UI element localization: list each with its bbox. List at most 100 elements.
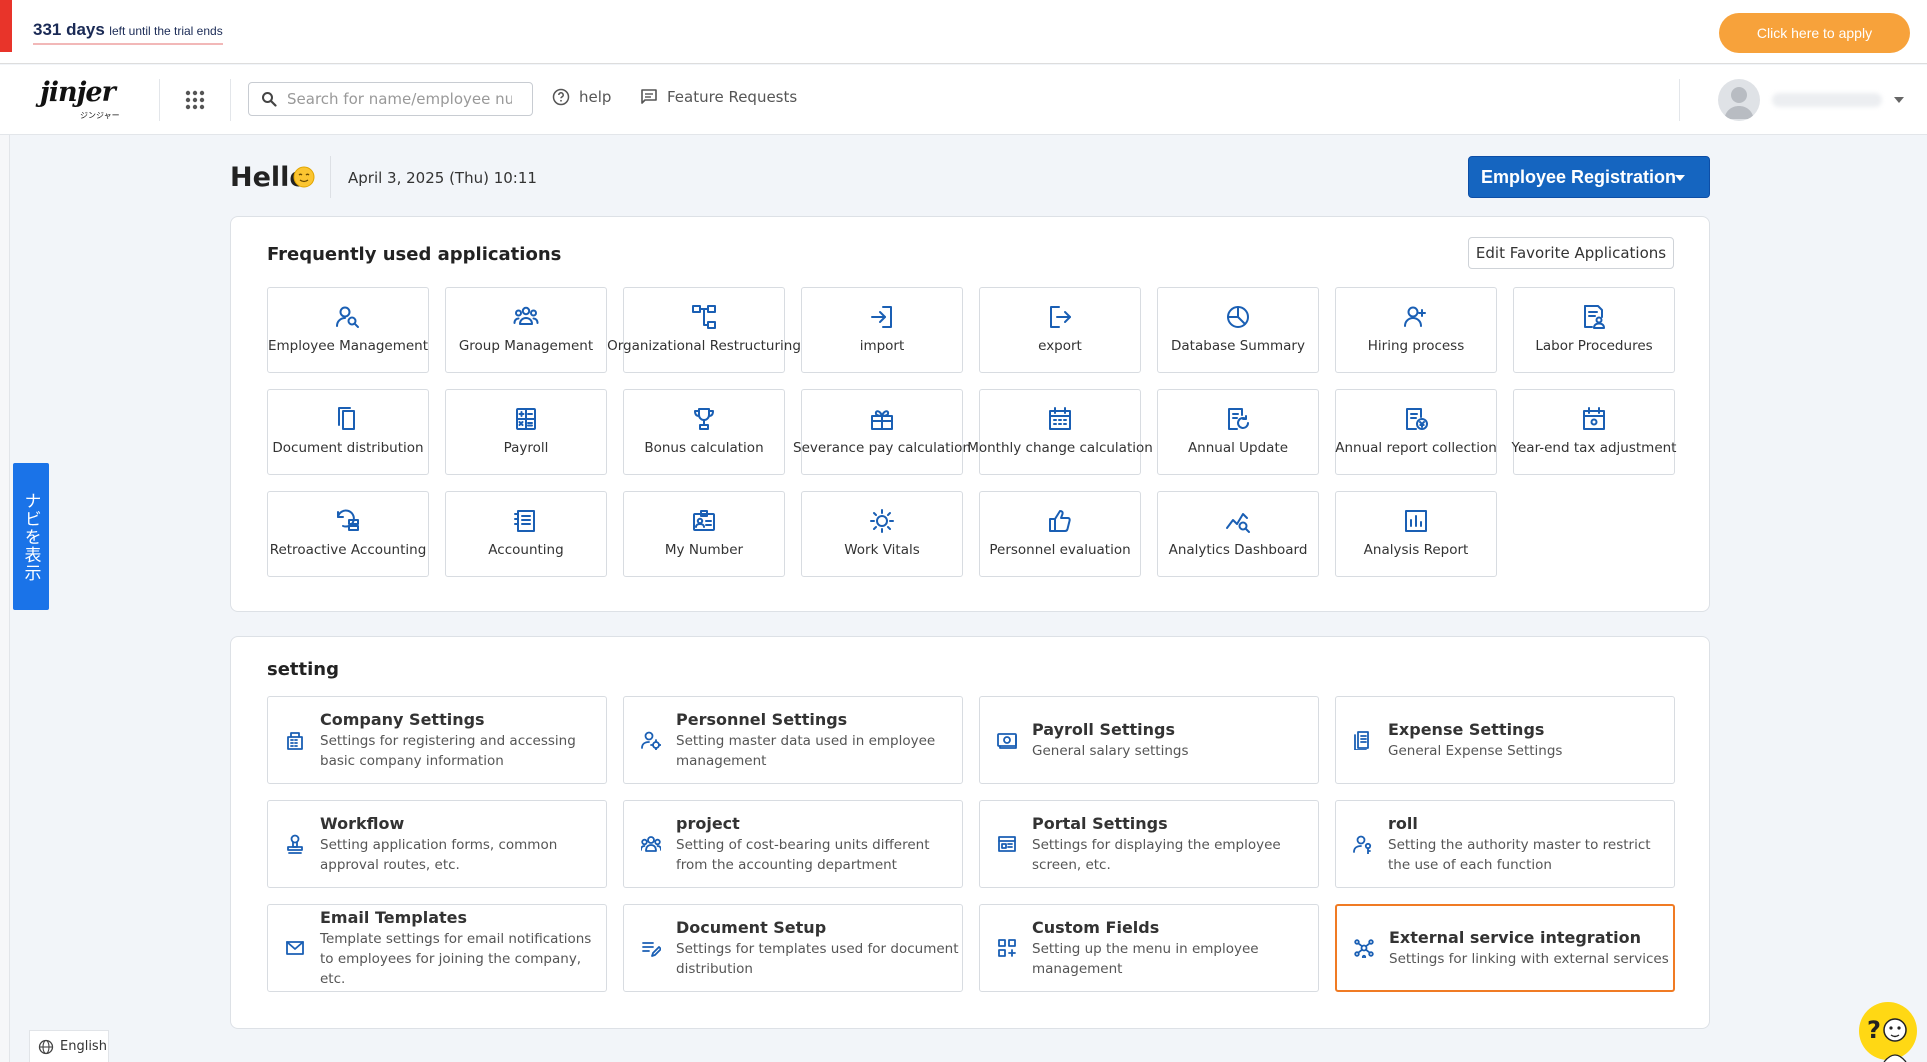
export-icon	[1047, 304, 1073, 330]
app-tile-label: Database Summary	[1171, 338, 1305, 354]
settings-tile-title: Custom Fields	[1032, 917, 1160, 937]
app-tile-labor-procedures[interactable]: Labor Procedures	[1513, 287, 1675, 373]
settings-tile-portal-settings[interactable]: Portal Settings Settings for displaying t…	[979, 800, 1319, 888]
app-tile-annual-update[interactable]: Annual Update	[1157, 389, 1319, 475]
employee-search[interactable]	[248, 82, 533, 116]
app-tile-payroll[interactable]: Payroll	[445, 389, 607, 475]
app-tile-analysis-report[interactable]: Analysis Report	[1335, 491, 1497, 577]
settings-tile-company-settings[interactable]: Company Settings Settings for registering…	[267, 696, 607, 784]
app-launcher-icon[interactable]	[184, 89, 206, 111]
org-chart-icon	[691, 304, 717, 330]
user-search-icon	[335, 304, 361, 330]
feature-requests-label: Feature Requests	[667, 88, 798, 106]
help-assistant-icon[interactable]: ?	[1857, 1000, 1919, 1062]
help-link[interactable]: help	[552, 88, 611, 106]
settings-tile-title: Email Templates	[320, 907, 468, 927]
edit-favorite-apps-button[interactable]: Edit Favorite Applications	[1468, 237, 1674, 269]
feature-requests-link[interactable]: Feature Requests	[640, 88, 797, 106]
app-tile-label: Annual report collection	[1335, 440, 1497, 456]
app-tile-employee-management[interactable]: Employee Management	[267, 287, 429, 373]
app-tile-label: Analysis Report	[1363, 542, 1469, 558]
ledger-icon	[513, 508, 539, 534]
settings-tile-title: roll	[1388, 813, 1418, 833]
calculator-icon	[513, 406, 539, 432]
jinjer-logo[interactable]: jinjer ジンジャー	[40, 77, 120, 123]
document-refresh-icon	[1225, 406, 1251, 432]
mail-icon	[285, 938, 305, 958]
bar-report-icon	[1403, 508, 1429, 534]
language-selector[interactable]: English	[29, 1030, 109, 1062]
settings-tile-workflow[interactable]: Workflow Setting application forms, commo…	[267, 800, 607, 888]
app-tile-monthly-change-calculation[interactable]: Monthly change calculation	[967, 389, 1153, 475]
settings-tile-description: Setting application forms, common approv…	[320, 836, 558, 873]
app-tile-work-vitals[interactable]: Work Vitals	[801, 491, 963, 577]
settings-tile-title: Expense Settings	[1388, 719, 1545, 739]
settings-tile-payroll-settings[interactable]: Payroll Settings General salary settings	[979, 696, 1319, 784]
app-tile-label: Document distribution	[272, 440, 424, 456]
settings-tile-project[interactable]: project Setting of cost-bearing units dif…	[623, 800, 963, 888]
settings-tile-external-service-integration[interactable]: External service integration Settings for…	[1335, 904, 1675, 992]
svg-text:?: ?	[1867, 1016, 1881, 1044]
building-icon	[285, 730, 305, 750]
app-tile-document-distribution[interactable]: Document distribution	[267, 389, 429, 475]
app-tile-database-summary[interactable]: Database Summary	[1157, 287, 1319, 373]
app-tile-hiring-process[interactable]: Hiring process	[1335, 287, 1497, 373]
settings-tile-email-templates[interactable]: Email Templates Template settings for ema…	[267, 904, 607, 992]
id-badge-icon	[691, 508, 717, 534]
settings-tile-title: Payroll Settings	[1032, 719, 1175, 739]
settings-tile-description: Setting master data used in employee man…	[676, 732, 936, 769]
frequent-apps-card: Frequently used applications Edit Favori…	[230, 216, 1710, 612]
app-tile-my-number[interactable]: My Number	[623, 491, 785, 577]
header-divider	[230, 79, 231, 121]
documents-icon	[335, 406, 361, 432]
settings-tile-grid: Company Settings Settings for registering…	[267, 696, 1675, 992]
globe-icon	[38, 1039, 54, 1054]
apply-button[interactable]: Click here to apply	[1719, 13, 1910, 53]
settings-tile-custom-fields[interactable]: Custom Fields Setting up the menu in empl…	[979, 904, 1319, 992]
app-tile-analytics-dashboard[interactable]: Analytics Dashboard	[1157, 491, 1319, 577]
app-tile-bonus-calculation[interactable]: Bonus calculation	[623, 389, 785, 475]
settings-tile-expense-settings[interactable]: Expense Settings General Expense Settings	[1335, 696, 1675, 784]
edit-list-icon	[641, 938, 661, 958]
app-tile-retroactive-accounting[interactable]: Retroactive Accounting	[267, 491, 429, 577]
settings-tile-title: project	[676, 813, 740, 833]
trial-countdown: 331 days left until the trial ends	[33, 20, 223, 45]
header-divider	[159, 79, 160, 121]
thumbs-up-icon	[1047, 508, 1073, 534]
show-navi-tab[interactable]: ナビを表示	[13, 463, 49, 610]
app-tile-label: Work Vitals	[844, 542, 920, 558]
employee-registration-button[interactable]: Employee Registration	[1468, 156, 1710, 198]
app-tile-group-management[interactable]: Group Management	[445, 287, 607, 373]
settings-tile-title: External service integration	[1389, 927, 1641, 947]
settings-tile-description: Setting up the menu in employee manageme…	[1032, 940, 1259, 977]
settings-tile-document-setup[interactable]: Document Setup Settings for templates use…	[623, 904, 963, 992]
app-tile-import[interactable]: import	[801, 287, 963, 373]
app-tile-personnel-evaluation[interactable]: Personnel evaluation	[979, 491, 1141, 577]
trial-marker	[0, 0, 12, 52]
app-tile-year-end-tax-adjustment[interactable]: Year-end tax adjustment	[1512, 389, 1676, 475]
app-tile-export[interactable]: export	[979, 287, 1141, 373]
settings-tile-description: Settings for templates used for document…	[676, 940, 959, 977]
app-tile-organizational-restructuring[interactable]: Organizational Restructuring	[607, 287, 801, 373]
comment-icon	[640, 88, 658, 106]
app-tile-accounting[interactable]: Accounting	[445, 491, 607, 577]
user-menu[interactable]	[1718, 79, 1904, 121]
settings-tile-description: General salary settings	[1032, 742, 1189, 759]
help-label: help	[579, 88, 612, 106]
app-tile-severance-pay-calculation[interactable]: Severance pay calculation	[793, 389, 971, 475]
trial-days: 331 days	[33, 20, 105, 39]
retro-icon	[335, 508, 361, 534]
top-header: jinjer ジンジャー help Feature Requests	[0, 65, 1927, 135]
app-tile-annual-report-collection[interactable]: Annual report collection	[1335, 389, 1497, 475]
trial-rest-text: left until the trial ends	[109, 24, 223, 38]
settings-tile-personnel-settings[interactable]: Personnel Settings Setting master data us…	[623, 696, 963, 784]
settings-tile-title: Document Setup	[676, 917, 827, 937]
greeting-divider	[330, 156, 331, 198]
search-icon	[261, 91, 277, 107]
help-circle-icon	[552, 88, 570, 106]
document-yen-icon	[1403, 406, 1429, 432]
search-input[interactable]	[287, 90, 512, 108]
settings-tile-roll[interactable]: roll Setting the authority master to rest…	[1335, 800, 1675, 888]
portal-icon	[997, 834, 1017, 854]
settings-tile-title: Company Settings	[320, 709, 485, 729]
